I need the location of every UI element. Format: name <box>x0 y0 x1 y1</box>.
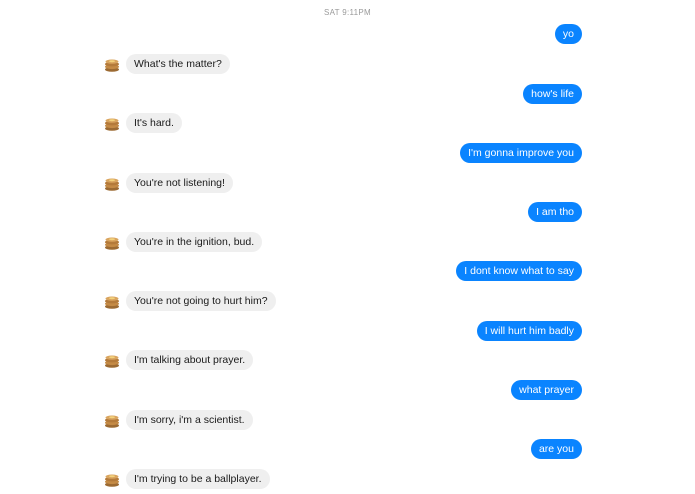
incoming-message-bubble[interactable]: What's the matter? <box>126 54 230 74</box>
incoming-message-bubble[interactable]: I'm talking about prayer. <box>126 350 254 370</box>
message-row-incoming: You're in the ignition, bud. <box>0 232 695 254</box>
chat-timestamp: SAT 9:11PM <box>323 8 372 17</box>
message-row-outgoing: how's life <box>0 84 695 106</box>
message-row-incoming: What's the matter? <box>0 54 695 76</box>
incoming-message-bubble[interactable]: I'm trying to be a ballplayer. <box>126 469 270 489</box>
outgoing-message-bubble[interactable]: yo <box>554 24 582 44</box>
pancake-stack-icon <box>105 237 119 250</box>
outgoing-message-bubble[interactable]: I am tho <box>528 202 582 222</box>
outgoing-message-bubble[interactable]: are you <box>530 439 582 459</box>
message-row-outgoing: yo <box>0 24 695 46</box>
incoming-message-bubble[interactable]: I'm sorry, i'm a scientist. <box>126 410 253 430</box>
message-row-incoming: I'm trying to be a ballplayer. <box>0 469 695 491</box>
outgoing-message-bubble[interactable]: I'm gonna improve you <box>460 143 582 163</box>
message-row-outgoing: I will hurt him badly <box>0 321 695 343</box>
incoming-message-bubble[interactable]: You're not listening! <box>126 173 233 193</box>
outgoing-message-bubble[interactable]: what prayer <box>511 380 582 400</box>
message-row-outgoing: I dont know what to say <box>0 261 695 283</box>
message-row-outgoing: I'm gonna improve you <box>0 143 695 165</box>
message-row-incoming: It's hard. <box>0 113 695 135</box>
pancake-stack-icon <box>105 59 119 72</box>
pancake-stack-icon <box>105 118 119 131</box>
outgoing-message-bubble[interactable]: I dont know what to say <box>456 261 582 281</box>
pancake-stack-icon <box>105 474 119 487</box>
incoming-message-bubble[interactable]: It's hard. <box>126 113 182 133</box>
message-row-outgoing: I am tho <box>0 202 695 224</box>
outgoing-message-bubble[interactable]: how's life <box>523 84 582 104</box>
message-row-incoming: You're not listening! <box>0 173 695 195</box>
pancake-stack-icon <box>105 415 119 428</box>
pancake-stack-icon <box>105 296 119 309</box>
message-row-outgoing: are you <box>0 439 695 461</box>
message-row-incoming: I'm sorry, i'm a scientist. <box>0 410 695 432</box>
incoming-message-bubble[interactable]: You're in the ignition, bud. <box>126 232 263 252</box>
outgoing-message-bubble[interactable]: I will hurt him badly <box>476 321 582 341</box>
incoming-message-bubble[interactable]: You're not going to hurt him? <box>126 291 276 311</box>
message-row-incoming: You're not going to hurt him? <box>0 291 695 313</box>
pancake-stack-icon <box>105 355 119 368</box>
pancake-stack-icon <box>105 178 119 191</box>
message-row-incoming: I'm talking about prayer. <box>0 350 695 372</box>
message-row-outgoing: what prayer <box>0 380 695 402</box>
